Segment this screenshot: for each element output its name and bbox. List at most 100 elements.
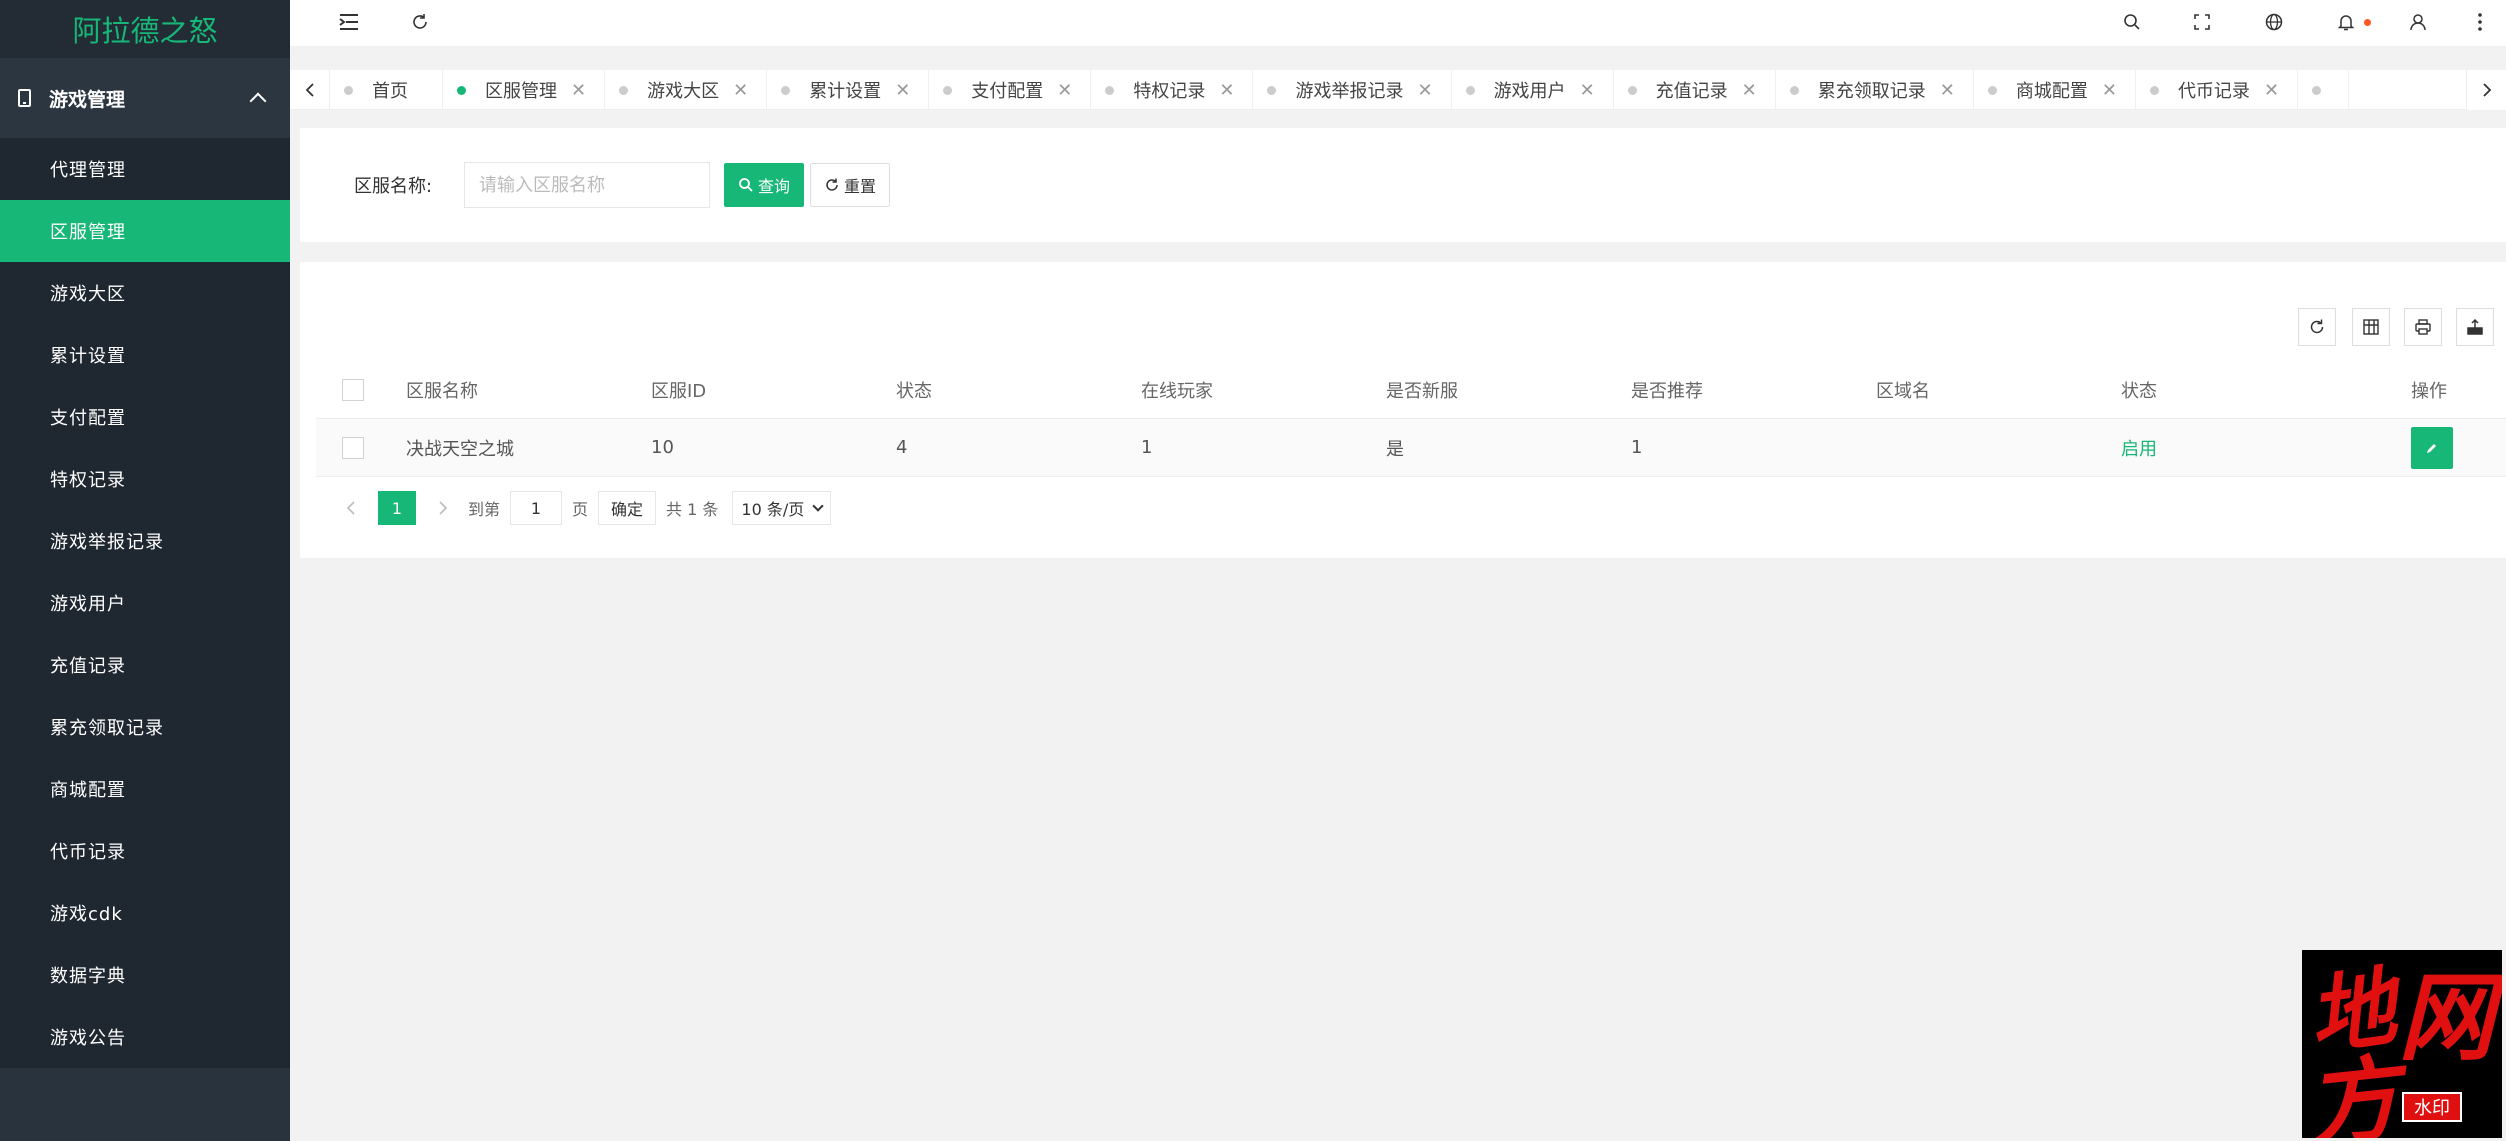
tab[interactable]: 商城配置 ✕ xyxy=(1974,70,2136,109)
prev-page-button[interactable] xyxy=(336,500,366,516)
refresh-icon xyxy=(826,178,838,191)
sidebar-menu: 代理管理 区服管理 游戏大区 累计设置 支付配置 特权记录 游戏举报记录 游戏用户 充值记录 累充… xyxy=(0,138,290,1068)
close-icon[interactable]: ✕ xyxy=(1940,80,1955,101)
sidebar-item[interactable]: 充值记录 xyxy=(0,634,290,696)
tab[interactable]: 累充领取记录 ✕ xyxy=(1776,70,1974,109)
globe-icon[interactable] xyxy=(2262,10,2286,34)
tab-overflow[interactable] xyxy=(2298,70,2350,109)
tab[interactable]: 充值记录 ✕ xyxy=(1614,70,1776,109)
menu-fold-icon[interactable] xyxy=(337,10,361,34)
sidebar-item[interactable]: 游戏cdk xyxy=(0,882,290,944)
column-header-name[interactable]: 区服名称 xyxy=(406,377,651,403)
table-print-button[interactable] xyxy=(2404,308,2442,346)
tab[interactable]: 累计设置 ✕ xyxy=(767,70,930,109)
chevron-down-icon xyxy=(812,500,824,512)
tab-label: 游戏举报记录 xyxy=(1295,81,1404,102)
column-header-state[interactable]: 状态 xyxy=(896,377,1141,403)
next-page-button[interactable] xyxy=(428,500,458,516)
close-icon[interactable]: ✕ xyxy=(733,80,748,101)
close-icon[interactable]: ✕ xyxy=(1580,80,1595,101)
sidebar-item[interactable]: 游戏公告 xyxy=(0,1006,290,1068)
pencil-icon xyxy=(2427,443,2436,453)
row-checkbox[interactable] xyxy=(342,436,364,459)
sidebar-item[interactable]: 支付配置 xyxy=(0,386,290,448)
server-name-input[interactable] xyxy=(464,162,710,208)
watermark-logo: 地 网 方 水印 xyxy=(2302,950,2502,1138)
search-icon[interactable] xyxy=(2120,10,2144,34)
tab[interactable]: 区服管理 ✕ xyxy=(443,70,606,109)
watermark-badge: 水印 xyxy=(2402,1092,2462,1122)
sidebar-item[interactable]: 游戏举报记录 xyxy=(0,510,290,572)
page-size-select[interactable]: 10 条/页 xyxy=(732,491,832,525)
reset-button[interactable]: 重置 xyxy=(810,163,890,207)
tabs-scroll-right-button[interactable] xyxy=(2466,70,2506,110)
sidebar-item[interactable]: 数据字典 xyxy=(0,944,290,1006)
column-header-id[interactable]: 区服ID xyxy=(651,377,896,403)
sidebar-item[interactable]: 商城配置 xyxy=(0,758,290,820)
page-number-current[interactable]: 1 xyxy=(378,491,416,525)
goto-label: 到第 xyxy=(468,500,501,519)
table-export-button[interactable] xyxy=(2456,308,2494,346)
column-header-status[interactable]: 状态 xyxy=(2121,377,2411,403)
close-icon[interactable]: ✕ xyxy=(2264,80,2279,101)
column-header-online[interactable]: 在线玩家 xyxy=(1141,377,1386,403)
more-icon[interactable] xyxy=(2468,10,2492,34)
cell-status: 启用 xyxy=(2121,438,2157,460)
sidebar-item[interactable]: 游戏大区 xyxy=(0,262,290,324)
close-icon[interactable]: ✕ xyxy=(1057,80,1072,101)
tab[interactable]: 游戏用户 ✕ xyxy=(1452,70,1614,109)
table-columns-button[interactable] xyxy=(2352,308,2390,346)
table-row[interactable]: 决战天空之城 10 4 1 是 1 启用 xyxy=(316,419,2506,477)
bell-icon[interactable] xyxy=(2334,10,2358,34)
sidebar-item[interactable]: 特权记录 xyxy=(0,448,290,510)
export-icon xyxy=(2467,318,2483,335)
column-header-recommend[interactable]: 是否推荐 xyxy=(1631,377,1876,403)
sidebar-item[interactable]: 游戏用户 xyxy=(0,572,290,634)
column-header-is-new[interactable]: 是否新服 xyxy=(1386,377,1631,403)
tab-label: 游戏大区 xyxy=(647,81,720,102)
user-icon[interactable] xyxy=(2406,10,2430,34)
page-unit-label: 页 xyxy=(572,500,589,519)
goto-page-input[interactable] xyxy=(510,491,563,525)
tab[interactable]: 游戏大区 ✕ xyxy=(605,70,768,109)
tab-label: 游戏用户 xyxy=(1493,81,1566,102)
tab[interactable]: 特权记录 ✕ xyxy=(1091,70,1254,109)
app-logo[interactable]: 阿拉德之怒 xyxy=(0,0,290,58)
query-button[interactable]: 查询 xyxy=(724,163,804,207)
tab-dot-icon xyxy=(1267,86,1277,95)
table-refresh-button[interactable] xyxy=(2298,308,2336,346)
fullscreen-icon[interactable] xyxy=(2190,10,2214,34)
sidebar-item[interactable]: 累充领取记录 xyxy=(0,696,290,758)
tabs-scroll-left-button[interactable] xyxy=(290,70,330,110)
close-icon[interactable]: ✕ xyxy=(571,80,586,101)
close-icon[interactable]: ✕ xyxy=(895,80,910,101)
sidebar-group-game-management[interactable]: 游戏管理 xyxy=(0,58,290,138)
sidebar-item[interactable]: 区服管理 xyxy=(0,200,290,262)
close-icon[interactable]: ✕ xyxy=(1742,80,1757,101)
close-icon[interactable]: ✕ xyxy=(2102,80,2117,101)
tab[interactable]: 首页 xyxy=(330,70,443,109)
column-header-region[interactable]: 区域名 xyxy=(1876,377,2121,403)
tab[interactable]: 游戏举报记录 ✕ xyxy=(1253,70,1452,109)
tab-label: 支付配置 xyxy=(971,81,1044,102)
pagination: 1 到第 页 确定 共 1 条 10 条/页 xyxy=(336,490,832,526)
edit-button[interactable] xyxy=(2411,426,2453,469)
sidebar-item[interactable]: 代理管理 xyxy=(0,138,290,200)
sidebar-item[interactable]: 代币记录 xyxy=(0,820,290,882)
column-header-actions: 操作 xyxy=(2411,380,2447,402)
sidebar-item[interactable]: 累计设置 xyxy=(0,324,290,386)
tab-dot-icon xyxy=(943,86,953,95)
tab[interactable]: 代币记录 ✕ xyxy=(2136,70,2299,109)
notification-dot xyxy=(2364,19,2371,26)
print-icon xyxy=(2415,319,2431,335)
refresh-icon[interactable] xyxy=(408,10,432,34)
close-icon[interactable]: ✕ xyxy=(1417,80,1432,101)
tab-label: 特权记录 xyxy=(1133,81,1206,102)
close-icon[interactable]: ✕ xyxy=(1219,80,1234,101)
goto-confirm-button[interactable]: 确定 xyxy=(598,491,657,525)
tab-label: 商城配置 xyxy=(2015,81,2088,102)
select-all-checkbox[interactable] xyxy=(342,378,364,401)
watermark-char-3: 方 xyxy=(2302,1043,2405,1138)
tab-dot-icon xyxy=(2312,86,2322,95)
tab[interactable]: 支付配置 ✕ xyxy=(929,70,1092,109)
